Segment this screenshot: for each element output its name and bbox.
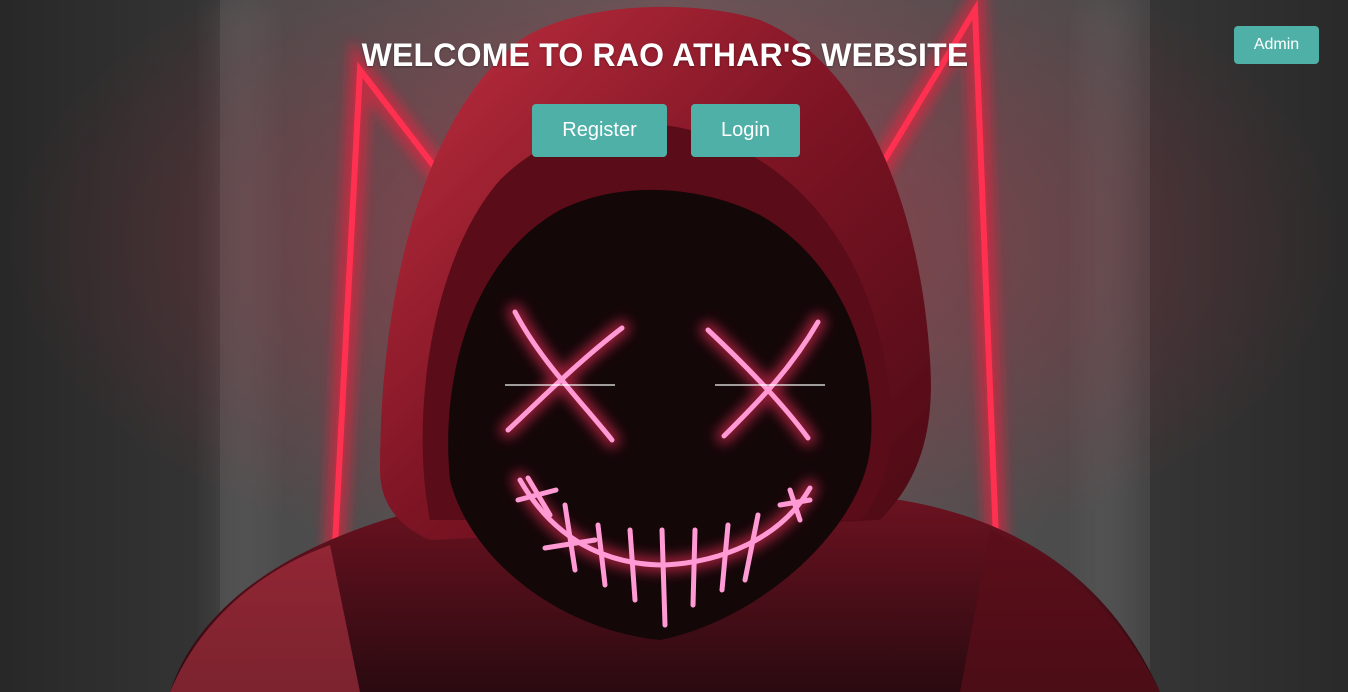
hooded-neon-mask-background-image [0, 0, 1348, 692]
page: WELCOME TO RAO ATHAR'S WEBSITE Register … [0, 0, 1348, 692]
login-button[interactable]: Login [691, 104, 800, 157]
register-button[interactable]: Register [532, 104, 667, 157]
admin-button[interactable]: Admin [1234, 26, 1319, 64]
page-title: WELCOME TO RAO ATHAR'S WEBSITE [361, 37, 969, 73]
